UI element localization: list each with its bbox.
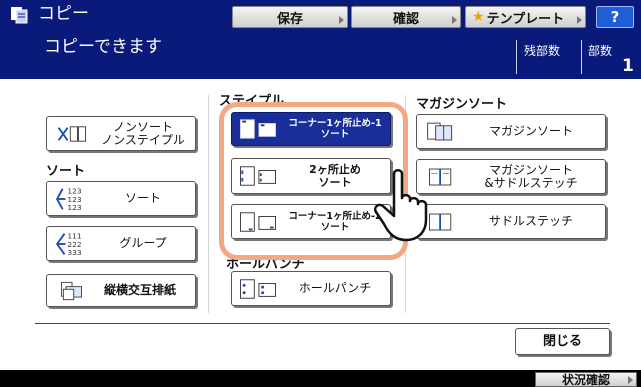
magazine-saddle-label-line2: &サドルステッチ — [484, 175, 578, 190]
copies-label: 部数 — [588, 44, 613, 58]
hole-punch-button[interactable]: ホールパンチ — [231, 271, 391, 306]
group-label: グループ — [119, 236, 167, 250]
rotate-sort-icon — [61, 281, 82, 300]
arrow-right-icon — [452, 16, 457, 24]
hole-punch-icon — [240, 278, 276, 299]
magazine-saddle-label-line1: マガジンソート — [488, 162, 573, 177]
group-button[interactable]: 111 222 333 グループ — [46, 226, 196, 261]
magazine-saddle-button[interactable]: マガジンソート &サドルステッチ — [416, 159, 606, 194]
close-label: 閉じる — [542, 334, 582, 349]
saddle-stitch-button[interactable]: サドルステッチ — [416, 204, 606, 239]
rotate-sort-button[interactable]: 縦横交互排紙 — [46, 274, 196, 307]
copies-value: 1 — [622, 56, 634, 76]
confirm-label: 確認 — [392, 11, 419, 27]
status-confirm-button[interactable]: 状況確認 — [535, 372, 637, 387]
bottom-separator — [35, 323, 610, 324]
template-label: テンプレート — [486, 11, 565, 27]
arrow-right-icon — [577, 16, 582, 24]
sort-section-label: ソート — [46, 164, 86, 179]
arrow-right-icon — [339, 16, 344, 24]
help-label: ? — [610, 8, 620, 26]
hole-punch-label: ホールパンチ — [298, 281, 372, 295]
pointer-hand-icon — [374, 169, 428, 242]
remaining-label: 残部数 — [524, 44, 561, 58]
save-button[interactable]: 保存 — [232, 6, 348, 28]
app-title: コピー — [38, 4, 89, 24]
group-icon: 111 222 333 — [55, 231, 82, 257]
arrow-right-icon — [628, 376, 633, 384]
copy-app-icon — [11, 7, 28, 24]
non-sort-icon — [57, 125, 87, 142]
header-divider — [581, 40, 582, 74]
rotate-sort-label: 縦横交互排紙 — [103, 283, 176, 297]
sort-digits-3: 123 — [67, 203, 81, 212]
saddle-stitch-label: サドルステッチ — [488, 214, 573, 228]
sort-label: ソート — [124, 191, 161, 205]
non-sort-label-line2: ノンステイプル — [101, 132, 185, 147]
column-divider — [208, 95, 209, 313]
template-button[interactable]: ★ テンプレート — [465, 6, 586, 28]
sort-button[interactable]: 123 123 123 ソート — [46, 181, 196, 216]
confirm-button[interactable]: 確認 — [351, 6, 461, 28]
group-digits-3: 333 — [67, 248, 81, 257]
magazine-section-label: マガジンソート — [416, 97, 508, 112]
status-message: コピーできます — [44, 37, 162, 57]
status-confirm-label: 状況確認 — [561, 373, 610, 387]
help-button[interactable]: ? — [596, 6, 634, 28]
magazine-sort-icon — [427, 122, 453, 140]
non-sort-label-line1: ノンソート — [112, 119, 173, 134]
close-button[interactable]: 閉じる — [515, 328, 610, 355]
magazine-sort-label: マガジンソート — [488, 124, 573, 138]
save-label: 保存 — [276, 11, 303, 27]
magazine-sort-button[interactable]: マガジンソート — [416, 114, 606, 149]
sort-icon: 123 123 123 — [56, 186, 82, 212]
non-sort-button[interactable]: ノンソート ノンステイプル — [46, 116, 196, 151]
header-divider — [516, 40, 517, 74]
star-icon: ★ — [472, 9, 485, 25]
